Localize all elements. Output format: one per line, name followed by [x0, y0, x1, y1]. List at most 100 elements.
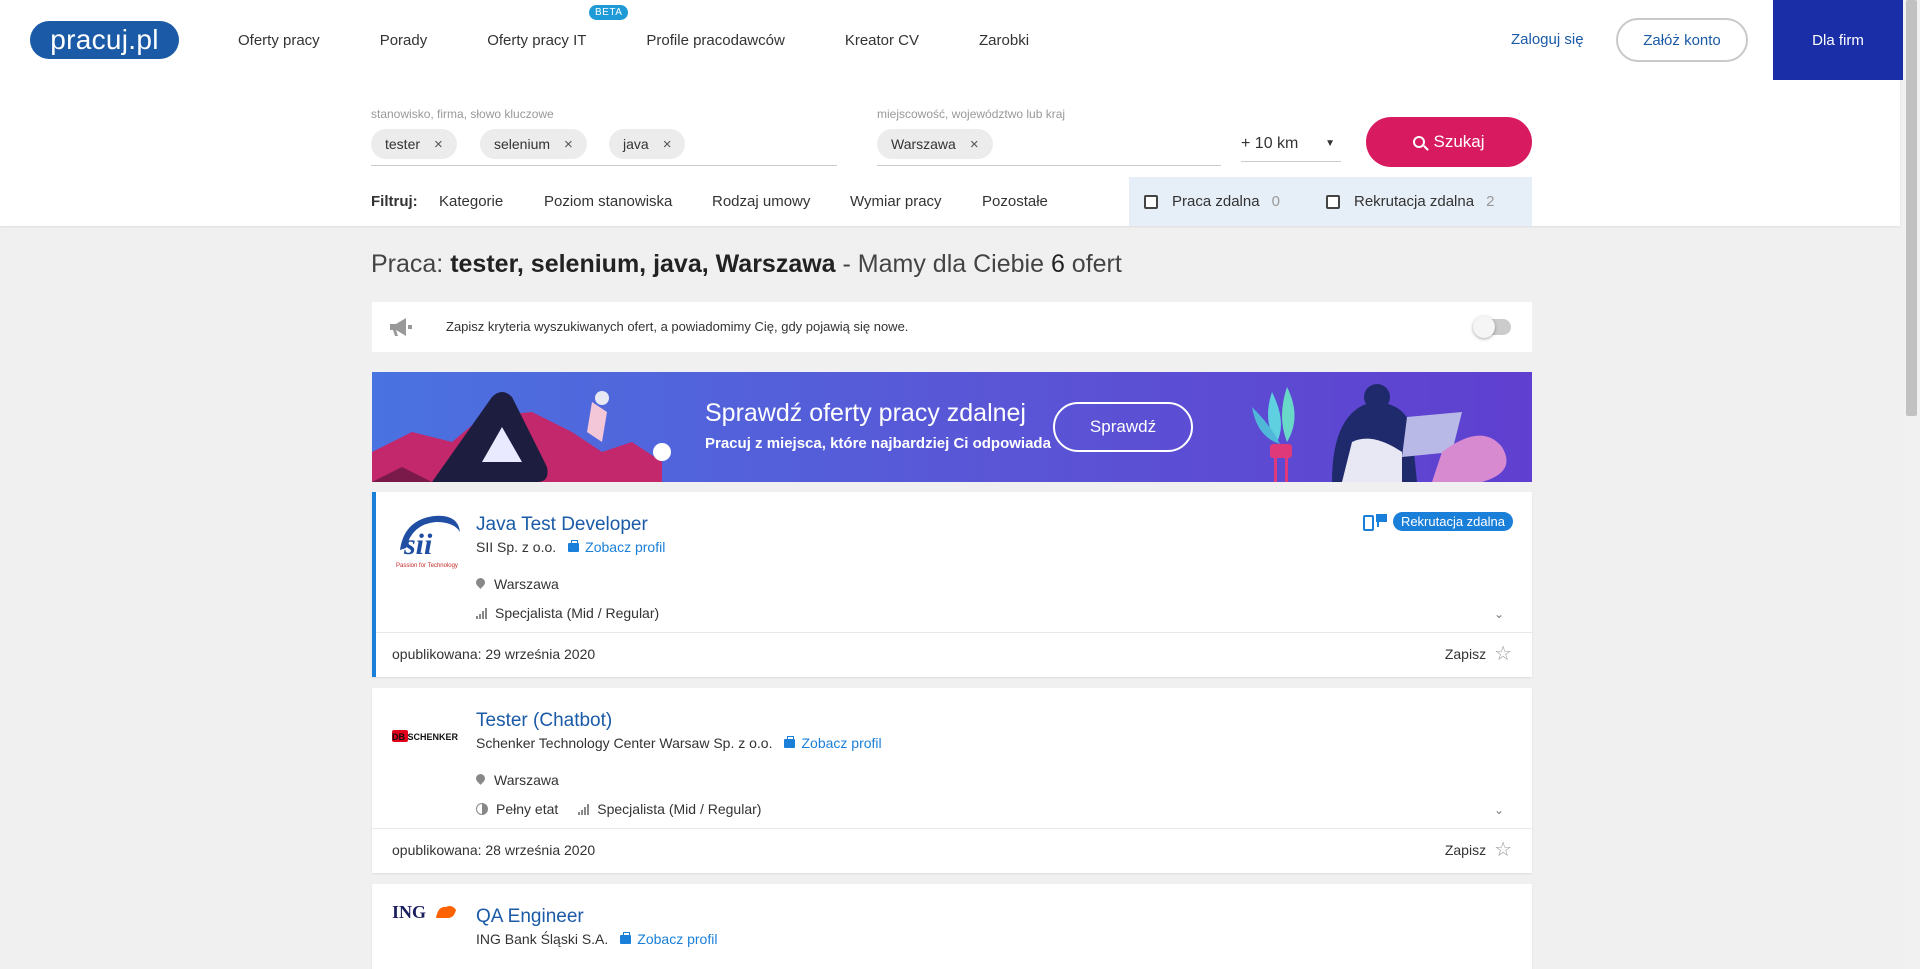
nav-cv-creator[interactable]: Kreator CV	[845, 32, 919, 49]
for-companies-button[interactable]: Dla firm	[1773, 0, 1903, 80]
location-chip-warszawa: Warszawa ×	[877, 129, 993, 159]
offer-title[interactable]: QA Engineer	[476, 906, 584, 928]
briefcase-icon	[784, 735, 796, 748]
nav-advice[interactable]: Porady	[380, 32, 428, 49]
radius-value: + 10 km	[1241, 134, 1299, 152]
login-link[interactable]: Zaloguj się	[1511, 31, 1584, 48]
remote-work-label: Praca zdalna	[1172, 193, 1260, 210]
save-offer-button[interactable]: Zapisz ☆	[1445, 644, 1512, 664]
keyword-input[interactable]	[371, 165, 837, 166]
star-icon: ☆	[1494, 643, 1512, 665]
save-offer-button[interactable]: Zapisz ☆	[1445, 840, 1512, 860]
remote-recruitment-label: Rekrutacja zdalna	[1354, 193, 1475, 210]
published-date: opublikowana: 29 września 2020	[392, 646, 596, 662]
banner-subtitle: Pracuj z miejsca, które najbardziej Ci o…	[705, 435, 1051, 452]
filter-other[interactable]: Pozostałe	[982, 193, 1048, 210]
remove-chip-icon[interactable]: ×	[970, 136, 979, 153]
filter-contract-type[interactable]: Rodzaj umowy	[712, 193, 810, 210]
job-offer-card[interactable]: ING QA Engineer ING Bank Śląski S.A. Zob…	[372, 884, 1532, 969]
company-logo: ING	[390, 892, 460, 932]
remove-chip-icon[interactable]: ×	[663, 136, 672, 153]
level-text: Specjalista (Mid / Regular)	[495, 605, 660, 621]
view-profile-link[interactable]: Zobacz profil	[784, 735, 882, 751]
view-profile-link[interactable]: Zobacz profil	[620, 931, 717, 947]
save-criteria-bar: Zapisz kryteria wyszukiwanych ofert, a p…	[372, 302, 1532, 352]
job-offer-card[interactable]: sii Passion for Technology Java Test Dev…	[372, 492, 1532, 677]
offer-company: ING Bank Śląski S.A. Zobacz profil	[476, 931, 717, 947]
location-pin-icon	[476, 578, 485, 590]
banner-illustration-right	[1252, 384, 1507, 482]
level-bars-icon	[578, 803, 590, 815]
location-input[interactable]	[877, 165, 1221, 166]
filter-work-time[interactable]: Wymiar pracy	[850, 193, 942, 210]
keyword-chip-java: java ×	[609, 129, 686, 159]
remove-chip-icon[interactable]: ×	[564, 136, 573, 153]
remote-recruitment-checkbox[interactable]: Rekrutacja zdalna 2	[1326, 193, 1494, 210]
save-criteria-toggle[interactable]	[1473, 316, 1511, 338]
card-divider	[372, 828, 1532, 829]
keyword-chip-tester: tester ×	[371, 129, 457, 159]
nav-job-offers[interactable]: Oferty pracy	[238, 32, 320, 49]
chevron-down-icon[interactable]: ⌄	[1494, 803, 1504, 817]
location-pin-icon	[476, 774, 485, 786]
offer-company: Schenker Technology Center Warsaw Sp. z …	[476, 735, 882, 751]
view-profile-link[interactable]: Zobacz profil	[568, 539, 665, 555]
work-time-text: Pełny etat	[496, 801, 559, 817]
results-title: Praca: tester, selenium, java, Warszawa …	[371, 250, 1122, 279]
offer-location: Warszawa	[476, 576, 559, 592]
register-button[interactable]: Załóż konto	[1616, 18, 1748, 62]
star-icon: ☆	[1494, 839, 1512, 861]
filter-position-level[interactable]: Poziom stanowiska	[544, 193, 672, 210]
remote-jobs-banner[interactable]: Sprawdź oferty pracy zdalnej Pracuj z mi…	[372, 372, 1532, 482]
sii-logo-icon: sii Passion for Technology	[396, 515, 460, 569]
save-criteria-text: Zapisz kryteria wyszukiwanych ofert, a p…	[446, 319, 909, 334]
keyword-chip-label: java	[623, 136, 649, 152]
chevron-down-icon[interactable]: ⌄	[1494, 607, 1504, 621]
offer-title[interactable]: Tester (Chatbot)	[476, 710, 612, 732]
results-query: tester, selenium, java, Warszawa	[450, 250, 836, 278]
keyword-chip-label: tester	[385, 136, 421, 152]
offer-title[interactable]: Java Test Developer	[476, 514, 648, 536]
briefcase-icon	[620, 931, 632, 944]
remote-recruitment-icon	[1362, 513, 1387, 531]
company-logo: sii Passion for Technology	[394, 510, 464, 570]
view-profile-label: Zobacz profil	[585, 539, 666, 555]
keyword-chip-label: selenium	[494, 136, 551, 152]
company-name: Schenker Technology Center Warsaw Sp. z …	[476, 735, 773, 751]
search-button[interactable]: Szukaj	[1366, 117, 1532, 167]
schenker-logo-icon: DB SCHENKER	[392, 730, 459, 742]
megaphone-icon	[390, 318, 412, 336]
page-header: pracuj.pl Oferty pracy Porady Oferty pra…	[0, 0, 1903, 226]
briefcase-icon	[568, 539, 580, 552]
card-divider	[376, 632, 1532, 633]
search-icon	[1413, 136, 1426, 148]
ing-logo-text: ING	[392, 902, 426, 922]
nav-it-offers[interactable]: Oferty pracy IT BETA	[487, 4, 629, 49]
location-text: Warszawa	[494, 576, 559, 592]
main-nav: Oferty pracy Porady Oferty pracy IT BETA …	[238, 0, 1089, 80]
filter-categories[interactable]: Kategorie	[439, 193, 503, 210]
offer-level: Specjalista (Mid / Regular)	[476, 605, 659, 621]
remote-recruitment-badge: Rekrutacja zdalna	[1362, 512, 1513, 531]
results-prefix: Praca:	[371, 250, 451, 278]
radius-select[interactable]: + 10 km ▼	[1241, 126, 1341, 162]
keyword-chip-selenium: selenium ×	[480, 129, 587, 159]
offer-company: SII Sp. z o.o. Zobacz profil	[476, 539, 665, 555]
save-label: Zapisz	[1444, 842, 1487, 858]
banner-title: Sprawdź oferty pracy zdalnej	[705, 399, 1026, 427]
results-count: 6	[1050, 250, 1065, 278]
job-offer-card[interactable]: DB SCHENKER Tester (Chatbot) Schenker Te…	[372, 688, 1532, 873]
checkbox-icon	[1326, 194, 1340, 209]
nav-employer-profiles[interactable]: Profile pracodawców	[646, 32, 784, 49]
chevron-down-icon: ▼	[1325, 138, 1335, 149]
nav-salaries[interactable]: Zarobki	[979, 32, 1029, 49]
banner-check-button[interactable]: Sprawdź	[1053, 402, 1193, 452]
remote-work-checkbox[interactable]: Praca zdalna 0	[1144, 193, 1280, 210]
pracuj-logo[interactable]: pracuj.pl	[30, 21, 179, 59]
page-scrollbar[interactable]	[1903, 0, 1920, 969]
remove-chip-icon[interactable]: ×	[434, 136, 443, 153]
remote-recruitment-pill: Rekrutacja zdalna	[1392, 512, 1513, 531]
scrollbar-thumb[interactable]	[1906, 0, 1917, 416]
schenker-logo-text: DB SCHENKER	[392, 732, 459, 742]
view-profile-label: Zobacz profil	[801, 735, 882, 751]
